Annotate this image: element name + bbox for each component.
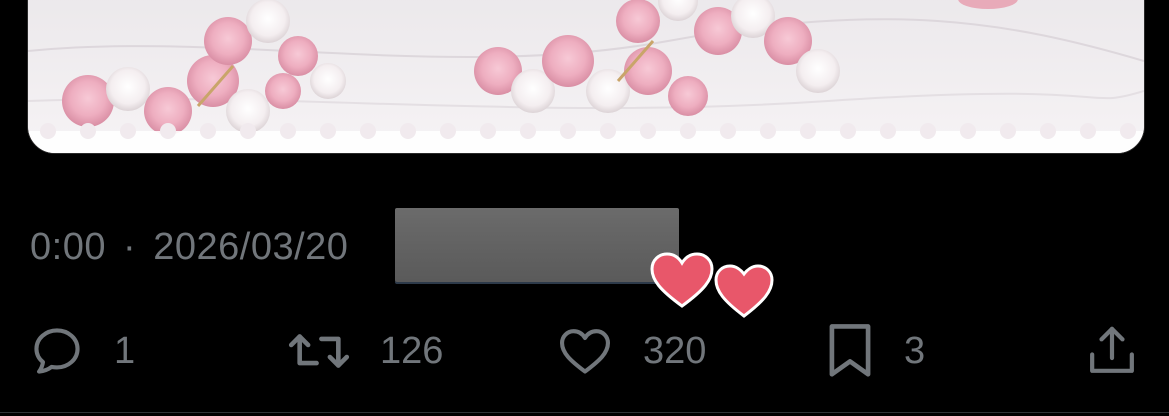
repost-count: 126	[380, 329, 444, 372]
repost-icon	[288, 334, 350, 368]
like-count: 320	[643, 329, 707, 372]
heart-icon	[559, 329, 611, 374]
divider	[0, 412, 1169, 413]
post-date: 2026/03/20	[153, 226, 349, 268]
share-icon	[1090, 326, 1134, 373]
floral-photo	[28, 0, 1144, 153]
reply-icon	[34, 328, 80, 374]
bookmark-button[interactable]: 3	[824, 318, 925, 384]
like-button[interactable]: 320	[555, 318, 706, 384]
post-detail: 0:00 · 2026/03/20 1 126 320 3	[0, 0, 1169, 416]
reply-button[interactable]: 1	[28, 318, 135, 384]
repost-button[interactable]: 126	[286, 318, 443, 384]
post-timestamp[interactable]: 0:00 · 2026/03/20	[30, 226, 348, 269]
bookmark-icon	[829, 324, 871, 377]
post-action-bar: 1 126 320 3	[0, 318, 1169, 388]
separator-dot: ·	[123, 226, 137, 268]
share-button[interactable]	[1084, 318, 1140, 384]
heart-sticker-icon	[714, 264, 774, 318]
post-time: 0:00	[30, 226, 106, 268]
heart-sticker-icon	[650, 252, 714, 308]
reply-count: 1	[114, 329, 136, 372]
bookmark-count: 3	[904, 329, 926, 372]
post-media-image[interactable]	[27, 0, 1145, 154]
redacted-block	[395, 208, 679, 282]
